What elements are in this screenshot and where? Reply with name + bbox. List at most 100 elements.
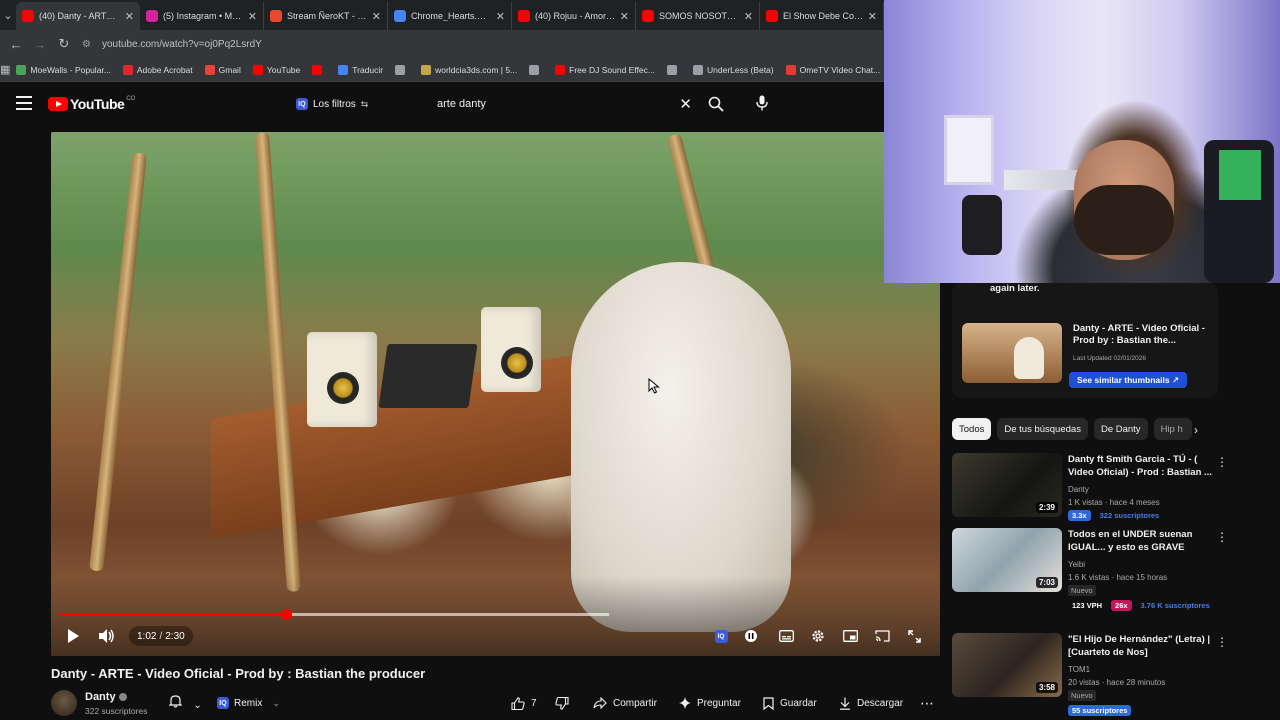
see-similar-thumbnails-button[interactable]: See similar thumbnails ↗ — [1069, 372, 1188, 388]
video-frame-speaker — [481, 307, 541, 392]
share-button[interactable]: Compartir — [593, 692, 657, 714]
subscriber-count: 322 suscriptores — [85, 706, 148, 716]
tab-favicon-icon — [394, 10, 406, 22]
video-title: Danty - ARTE - Video Oficial - Prod by :… — [51, 666, 426, 681]
browser-tab[interactable]: (40) Rojuu - Amor Ac ✕ — [512, 2, 636, 30]
bookmark-item[interactable] — [306, 64, 332, 75]
more-vertical-icon[interactable]: ⋮ — [1216, 455, 1228, 469]
reload-icon[interactable]: ↻ — [52, 36, 76, 52]
ask-button[interactable]: Preguntar — [679, 692, 741, 714]
fullscreen-button[interactable] — [905, 624, 923, 648]
site-settings-icon[interactable]: ⚙ — [82, 39, 96, 50]
bookmark-item[interactable]: worldcia3ds.com | 5... — [415, 64, 523, 75]
seek-bar[interactable] — [59, 609, 609, 620]
clear-search-icon[interactable]: ✕ — [679, 95, 692, 113]
filters-button[interactable]: IQ Los filtros ⇆ — [288, 93, 376, 115]
browser-tab[interactable]: (5) Instagram • Mens ✕ — [140, 2, 264, 30]
back-arrow-icon[interactable]: ← — [4, 37, 28, 52]
like-count: 7 — [531, 697, 537, 709]
bookmarks-bar: ▦ MoeWalls - Popular... Adobe Acrobat Gmai… — [0, 58, 884, 82]
close-tab-icon[interactable]: ✕ — [496, 10, 505, 23]
browser-tab[interactable]: SOMOS NOSOTROS ✕ — [636, 2, 760, 30]
more-actions-button[interactable]: ⋯ — [920, 692, 934, 714]
bookmark-item[interactable]: Traducir — [332, 64, 389, 75]
hamburger-menu-icon[interactable] — [16, 96, 32, 110]
voice-search-button[interactable] — [749, 90, 775, 116]
search-button[interactable] — [702, 91, 730, 117]
stat-badges: 55 suscriptores — [1068, 705, 1136, 716]
browser-tab[interactable]: Stream ÑeroKT - Kan ✕ — [264, 2, 388, 30]
channel-name[interactable]: TOM1 — [1068, 665, 1090, 674]
remix-button[interactable]: IQ Remix ⌄ — [217, 693, 280, 713]
more-vertical-icon[interactable]: ⋮ — [1216, 635, 1228, 649]
bookmark-item[interactable]: Gmail — [199, 64, 247, 75]
bookmark-item[interactable]: YouTube — [247, 64, 306, 75]
iq-extension-button[interactable]: IQ — [713, 624, 729, 648]
browser-tab[interactable]: El Show Debe Contin ✕ — [760, 2, 884, 30]
like-button[interactable]: 7 — [511, 692, 537, 714]
download-button[interactable]: Descargar — [839, 692, 903, 714]
channel-name-text: Danty — [85, 691, 116, 703]
bookmark-item[interactable] — [661, 64, 687, 75]
bookmark-item[interactable]: Adobe Acrobat — [117, 64, 199, 75]
filter-chip[interactable]: De tus búsquedas — [997, 418, 1088, 440]
channel-name[interactable]: Danty — [1068, 485, 1089, 494]
bookmark-item[interactable]: Free DJ Sound Effec... — [549, 64, 661, 75]
close-tab-icon[interactable]: ✕ — [868, 10, 877, 23]
play-icon — [68, 629, 79, 643]
autoplay-toggle[interactable] — [741, 624, 761, 648]
video-frame-laptop — [378, 344, 478, 408]
search-input[interactable]: arte danty ✕ — [426, 90, 698, 118]
dislike-button[interactable] — [555, 692, 575, 714]
thumbnail-extension-card: again later. Danty - ARTE - Video Oficia… — [952, 283, 1218, 398]
recommended-video[interactable]: 3:58 "El Hijo De Hernández" (Letra) | [Cu… — [952, 633, 1272, 716]
video-player[interactable]: 1:02 / 2:30 IQ — [51, 132, 940, 656]
video-thumbnail[interactable]: 3:58 — [952, 633, 1062, 697]
bookmark-item[interactable]: UnderLess (Beta) — [687, 64, 780, 75]
bookmark-item[interactable] — [389, 64, 415, 75]
channel-avatar[interactable] — [51, 690, 77, 716]
filter-chip[interactable]: Hip h — [1153, 418, 1192, 440]
bookmark-item[interactable] — [523, 64, 549, 75]
url-text: youtube.com/watch?v=oj0Pq2LsrdY — [102, 38, 262, 50]
subtitles-button[interactable] — [777, 624, 795, 648]
bookmark-item[interactable]: OmeTV Video Chat... — [780, 64, 887, 75]
sparkle-icon — [679, 697, 691, 709]
duration-badge: 2:39 — [1035, 502, 1058, 513]
video-thumbnail[interactable]: 2:39 — [952, 453, 1062, 517]
recommended-video[interactable]: 7:03 Todos en el UNDER suenan IGUAL... y … — [952, 528, 1272, 611]
bookmark-item[interactable]: MoeWalls - Popular... — [10, 64, 116, 75]
browser-tab[interactable]: Chrome_Hearts.wav ✕ — [388, 2, 512, 30]
subscription-bell-button[interactable]: ⌄ — [168, 694, 202, 711]
close-tab-icon[interactable]: ✕ — [125, 10, 134, 23]
address-bar[interactable]: ⚙ youtube.com/watch?v=oj0Pq2LsrdY — [82, 33, 884, 55]
cast-button[interactable] — [873, 624, 891, 648]
miniplayer-button[interactable] — [841, 624, 859, 648]
chevron-down-icon: ⌄ — [193, 700, 202, 711]
close-tab-icon[interactable]: ✕ — [744, 10, 753, 23]
video-frame-speaker — [307, 332, 377, 427]
apps-grid-icon[interactable]: ▦ — [0, 63, 10, 76]
filter-chip[interactable]: Todos — [952, 418, 992, 440]
save-button[interactable]: Guardar — [763, 692, 817, 714]
youtube-logo[interactable]: YouTube CO — [48, 96, 135, 112]
close-tab-icon[interactable]: ✕ — [372, 10, 381, 23]
close-tab-icon[interactable]: ✕ — [248, 10, 257, 23]
close-tab-icon[interactable]: ✕ — [620, 10, 629, 23]
browser-tab[interactable]: (40) Danty - ARTE - Vi ✕ — [16, 2, 140, 30]
tab-search-chevron-icon[interactable]: ⌄ — [0, 0, 16, 30]
video-thumbnail[interactable]: 7:03 — [952, 528, 1062, 592]
webcam-person-beard — [1074, 185, 1174, 255]
forward-arrow-icon[interactable]: → — [28, 37, 52, 52]
stat-badges: 3.3x 322 suscriptores — [1068, 510, 1168, 521]
channel-name[interactable]: Danty — [85, 691, 127, 703]
volume-button[interactable] — [97, 624, 117, 648]
settings-button[interactable] — [809, 624, 827, 648]
recommended-video[interactable]: 2:39 Danty ft Smith Garcia - TÚ - ( Video… — [952, 453, 1272, 523]
chevron-right-icon[interactable]: › — [1194, 423, 1198, 437]
channel-name[interactable]: Yeibi — [1068, 560, 1085, 569]
more-vertical-icon[interactable]: ⋮ — [1216, 530, 1228, 544]
more-horizontal-icon: ⋯ — [920, 694, 934, 711]
filter-chip[interactable]: De Danty — [1093, 418, 1148, 440]
play-button[interactable] — [63, 624, 83, 648]
